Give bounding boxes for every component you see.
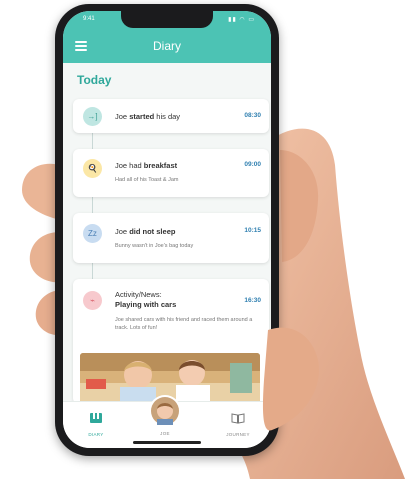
status-time: 9:41: [83, 16, 95, 22]
section-title: Today: [77, 73, 112, 87]
entry-description: Had all of his Toast & Jam: [115, 177, 179, 183]
sign-in-icon: →]: [83, 107, 102, 126]
page-title: Diary: [152, 39, 181, 53]
tab-joe[interactable]: JOE: [140, 428, 190, 436]
entry-time: 08:30: [244, 112, 261, 119]
status-icons: ▮▮ ◠ ▭: [228, 17, 255, 23]
food-icon: 🍳: [83, 159, 102, 178]
phone-notch: [121, 11, 213, 28]
activity-icon: ⌁: [83, 291, 102, 310]
diary-entry-breakfast[interactable]: 🍳 Joe had breakfast 09:00 Had all of his…: [73, 149, 269, 197]
app-screen: 9:41 ▮▮ ◠ ▭ Diary Today →] Joe started h…: [63, 11, 271, 448]
home-indicator: [133, 441, 201, 444]
entry-time: 10:15: [244, 227, 261, 234]
diary-entry-sleep[interactable]: Zz Joe did not sleep 10:15 Bunny wasn't …: [73, 213, 269, 263]
entry-time: 09:00: [244, 161, 261, 168]
child-avatar[interactable]: [149, 395, 181, 427]
entry-title: Joe started his day: [115, 112, 181, 121]
entry-description: Joe shared cars with his friend and race…: [115, 317, 253, 331]
tab-label: JOE: [160, 431, 170, 436]
entry-title: Activity/News: Playing with cars: [115, 290, 177, 310]
diary-icon: [90, 413, 102, 423]
tab-journey[interactable]: JOURNEY: [213, 411, 263, 437]
entry-time: 16:30: [244, 297, 261, 304]
diary-entry-started[interactable]: →] Joe started his day 08:30: [73, 99, 269, 133]
tab-diary[interactable]: DIARY: [71, 411, 121, 437]
entry-description: Bunny wasn't in Joe's bag today: [115, 243, 194, 249]
phone-frame: 9:41 ▮▮ ◠ ▭ Diary Today →] Joe started h…: [55, 4, 279, 456]
tab-label: DIARY: [88, 432, 104, 437]
tab-label: JOURNEY: [226, 432, 250, 437]
sleep-icon: Zz: [83, 224, 102, 243]
book-icon: [231, 413, 245, 424]
avatar-photo: [151, 397, 179, 425]
entry-title: Joe had breakfast: [115, 161, 178, 170]
entry-title: Joe did not sleep: [115, 227, 176, 236]
